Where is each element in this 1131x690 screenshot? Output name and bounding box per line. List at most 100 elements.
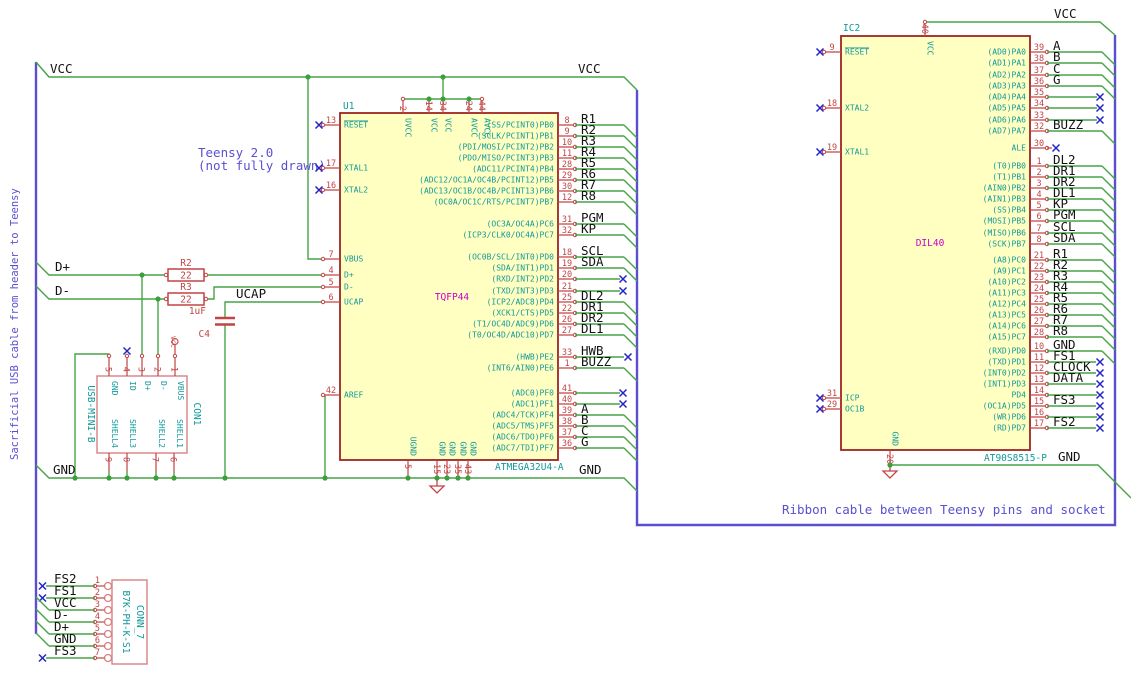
wire[interactable] — [1101, 270, 1116, 285]
net-label[interactable]: SDA — [581, 254, 604, 269]
wire[interactable] — [623, 146, 638, 161]
wire[interactable] — [623, 256, 638, 271]
net-label[interactable]: FS3 — [1053, 392, 1076, 407]
pin-number: 21 — [1034, 251, 1044, 261]
pin-number: 5 — [103, 367, 113, 372]
wire[interactable] — [1101, 51, 1116, 66]
wire[interactable] — [623, 323, 638, 338]
wire[interactable] — [35, 632, 50, 647]
wire[interactable] — [1101, 350, 1116, 365]
wire[interactable] — [1101, 220, 1116, 235]
wire[interactable] — [623, 179, 638, 194]
wire[interactable] — [623, 414, 638, 429]
wire[interactable] — [35, 608, 50, 623]
pin-number: 16 — [1034, 408, 1044, 418]
wire[interactable] — [1101, 176, 1116, 191]
pin-number: 14 — [1034, 386, 1044, 396]
pin-number: 5 — [1036, 201, 1041, 211]
wire[interactable] — [1101, 232, 1116, 247]
wire[interactable] — [623, 334, 638, 349]
wire[interactable] — [1101, 281, 1116, 296]
net-label-gnd-ic2[interactable]: GND — [1058, 449, 1081, 464]
pin-name: GND — [459, 442, 468, 457]
net-label-dplus[interactable]: D+ — [55, 259, 70, 274]
net-label-vcc-left[interactable]: VCC — [50, 61, 73, 76]
wire[interactable] — [1101, 209, 1116, 224]
net-label[interactable]: DL1 — [581, 321, 604, 336]
pin-name: UCAP — [344, 298, 363, 307]
pin-number: 12 — [1034, 364, 1044, 374]
wire[interactable] — [1101, 292, 1116, 307]
net-label[interactable]: KP — [581, 221, 596, 236]
wire[interactable] — [1101, 336, 1116, 351]
pin-name: OC1B — [845, 405, 864, 414]
wire[interactable] — [623, 267, 638, 282]
wire[interactable] — [1101, 130, 1116, 145]
wire[interactable] — [623, 301, 638, 316]
net-label[interactable]: BUZZ — [581, 354, 612, 369]
net-label[interactable]: G — [581, 434, 589, 449]
wire[interactable] — [623, 223, 638, 238]
con1-symbol[interactable]: USB-MINI-B CON1 5 GND 4 ID 3 D+ 2 D- 1 VBUS 9 SHELL4 8… — [85, 346, 202, 479]
wire[interactable] — [623, 312, 638, 327]
pin-number: 15 — [1034, 397, 1044, 407]
pin-name: (AD6)PA6 — [987, 116, 1026, 125]
net-label[interactable]: R8 — [1053, 323, 1068, 338]
wire[interactable] — [35, 620, 50, 635]
conn7-symbol[interactable]: B7K-PH-K-S1 CONN_71FS22FS13VCC4D-5D+6GND7… — [35, 571, 148, 665]
pin-number: 6 — [328, 293, 333, 303]
wire[interactable] — [623, 135, 638, 150]
wire[interactable] — [623, 425, 638, 440]
resistor-r2[interactable]: R2 22 — [163, 258, 209, 282]
net-label[interactable]: G — [1053, 72, 1061, 87]
net-label[interactable]: FS2 — [1053, 414, 1076, 429]
pin-number: 7 — [95, 648, 100, 658]
wire[interactable] — [1101, 187, 1116, 202]
vcc-symbol[interactable]: VCC — [169, 336, 179, 356]
net-label[interactable]: BUZZ — [1053, 117, 1084, 132]
net-label-gnd-mid[interactable]: GND — [579, 462, 602, 477]
wire[interactable] — [623, 234, 638, 249]
pin-tip — [320, 187, 326, 193]
ic2-symbol[interactable]: IC2DIL40AT90S8515-P39(AD0)PA0 A38(AD1)PA1… — [815, 19, 1116, 465]
annotation-sacrificial-cable[interactable]: Sacrificial USB cable from header to Tee… — [9, 188, 21, 460]
wire[interactable] — [623, 124, 638, 139]
wire[interactable] — [1101, 62, 1116, 77]
wire[interactable] — [1101, 259, 1116, 274]
wire[interactable] — [623, 447, 638, 462]
wire[interactable] — [1101, 85, 1116, 100]
wire[interactable] — [1101, 325, 1116, 340]
pin-number: 9 — [829, 43, 834, 53]
wire[interactable] — [623, 201, 638, 216]
net-label-ucap[interactable]: UCAP — [236, 286, 266, 301]
wire[interactable] — [623, 367, 638, 382]
u1-symbol[interactable]: U1TQFP44ATMEGA32U4-A8(SS/PCINT0)PB0 R19(S… — [314, 96, 638, 478]
net-label-dminus[interactable]: D- — [55, 283, 70, 298]
net-label[interactable]: FS3 — [54, 643, 77, 658]
wire[interactable] — [623, 190, 638, 205]
net-label-vcc-mid[interactable]: VCC — [578, 61, 601, 76]
wire[interactable] — [623, 157, 638, 172]
wire[interactable] — [1101, 198, 1116, 213]
wire[interactable] — [1101, 74, 1116, 89]
schematic-canvas: R2 22 R3 22 1uF C4 VCC VCC VCC VCC GND G… — [9, 6, 1131, 665]
net-label[interactable]: R8 — [581, 188, 596, 203]
annotation-teensy-2[interactable]: (not fully drawn) — [198, 158, 326, 173]
wire[interactable] — [1101, 303, 1116, 318]
wire[interactable] — [623, 168, 638, 183]
net-label-vcc-ic2[interactable]: VCC — [1054, 6, 1077, 21]
pin-name: (AD7)PA7 — [987, 127, 1026, 136]
net-label[interactable]: SDA — [1053, 230, 1076, 245]
wire[interactable] — [1101, 314, 1116, 329]
net-label[interactable]: DATA — [1053, 370, 1084, 385]
net-label-gnd-left[interactable]: GND — [53, 462, 76, 477]
wire[interactable] — [623, 436, 638, 451]
resistor-r3[interactable]: R3 22 — [163, 282, 209, 306]
pin-number: 12 — [562, 193, 572, 203]
capacitor-c4[interactable]: 1uF C4 — [189, 306, 235, 340]
wire[interactable] — [1101, 243, 1116, 258]
pin-name: D+ — [143, 381, 152, 391]
pin-number: 33 — [562, 348, 572, 358]
annotation-ribbon-cable[interactable]: Ribbon cable between Teensy pins and soc… — [782, 502, 1106, 517]
wire[interactable] — [1101, 165, 1116, 180]
